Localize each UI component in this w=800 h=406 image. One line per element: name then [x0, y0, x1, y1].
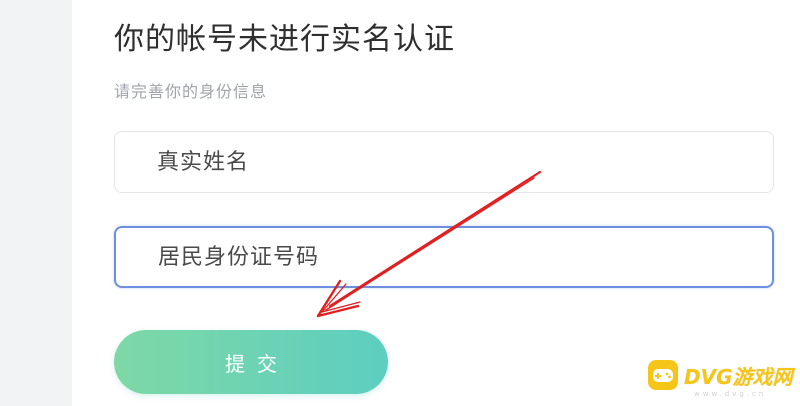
watermark-subtext: www.dvg.cn [694, 390, 767, 398]
watermark-text: DVG游戏网 [684, 364, 793, 389]
gamepad-icon [648, 360, 678, 390]
id-number-field-box [114, 226, 774, 288]
submit-button[interactable]: 提交 [114, 330, 388, 394]
real-name-input[interactable] [115, 132, 773, 192]
real-name-field-box [114, 131, 774, 193]
page-subtitle: 请完善你的身份信息 [114, 82, 268, 101]
id-number-input[interactable] [116, 228, 772, 286]
watermark: DVG游戏网 www.dvg.cn [648, 360, 793, 398]
page-title: 你的帐号未进行实名认证 [114, 22, 455, 57]
